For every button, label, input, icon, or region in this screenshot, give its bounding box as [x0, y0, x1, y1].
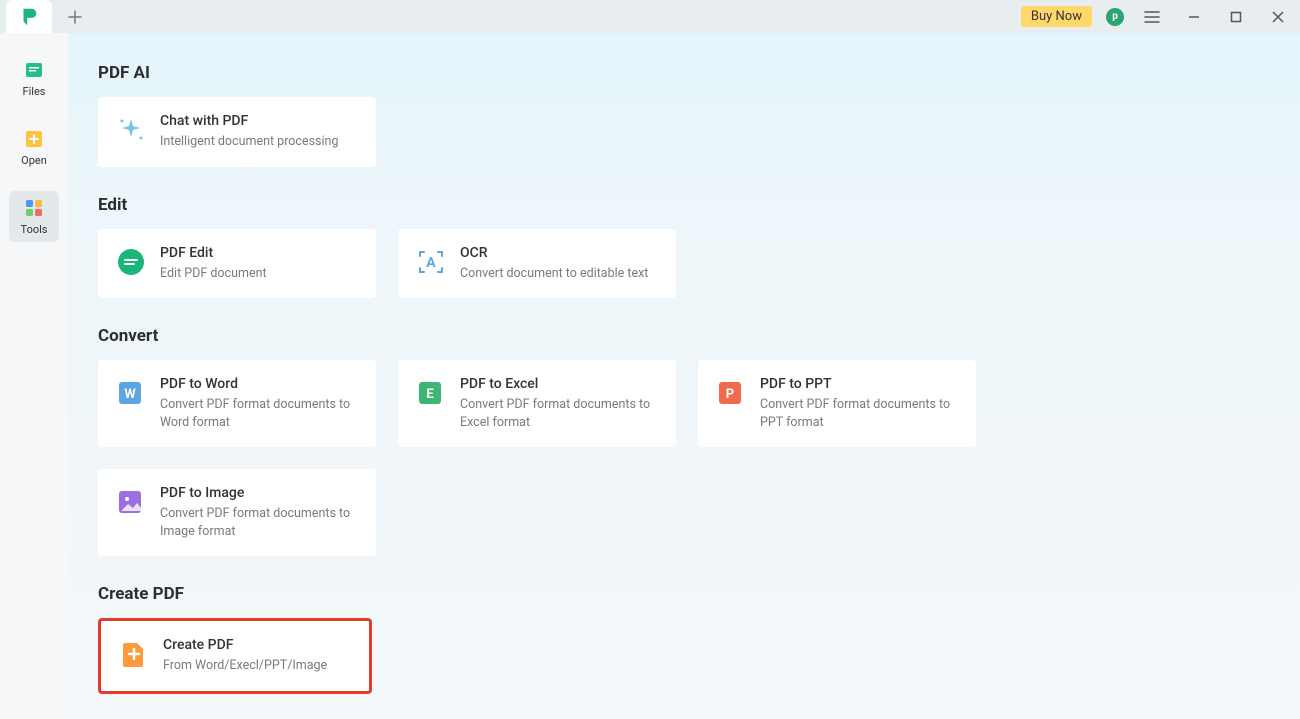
- card-row: Chat with PDF Intelligent document proce…: [98, 97, 1270, 167]
- main-content: PDF AI Chat with PDF Intelligent documen…: [68, 33, 1300, 719]
- open-icon: [23, 128, 45, 150]
- section-title: Edit: [98, 195, 1270, 215]
- pdf-edit-icon: [116, 247, 146, 277]
- section-title: Create PDF: [98, 584, 1270, 604]
- card-desc: Convert PDF format documents to Excel fo…: [460, 396, 658, 431]
- section-title: Convert: [98, 326, 1270, 346]
- card-row: PDF Edit Edit PDF document A OCR Convert…: [98, 229, 1270, 299]
- titlebar: Buy Now p: [0, 0, 1300, 33]
- section-edit: Edit PDF Edit Edit PDF document: [98, 195, 1270, 299]
- word-icon: W: [116, 378, 146, 408]
- svg-text:E: E: [426, 387, 434, 402]
- buy-now-button[interactable]: Buy Now: [1021, 6, 1092, 27]
- section-convert: Convert W PDF to Word Convert PDF format…: [98, 326, 1270, 556]
- card-title: PDF to Excel: [460, 376, 658, 392]
- card-text: Create PDF From Word/Execl/PPT/Image: [163, 637, 351, 675]
- avatar[interactable]: p: [1106, 8, 1124, 26]
- titlebar-right: Buy Now p: [1021, 3, 1292, 31]
- sparkle-icon: [116, 115, 146, 145]
- ppt-icon: P: [716, 378, 746, 408]
- card-title: PDF to PPT: [760, 376, 958, 392]
- card-title: PDF Edit: [160, 245, 358, 261]
- card-text: PDF to Excel Convert PDF format document…: [460, 376, 658, 431]
- card-create-pdf[interactable]: Create PDF From Word/Execl/PPT/Image: [98, 618, 372, 694]
- sidebar: Files Open Tools: [0, 33, 68, 719]
- create-pdf-icon: [119, 639, 149, 669]
- ocr-icon: A: [416, 247, 446, 277]
- card-text: PDF to Word Convert PDF format documents…: [160, 376, 358, 431]
- image-icon: [116, 487, 146, 517]
- card-text: OCR Convert document to editable text: [460, 245, 658, 283]
- card-row: Create PDF From Word/Execl/PPT/Image: [98, 618, 1270, 694]
- card-desc: Convert PDF format documents to Image fo…: [160, 505, 358, 540]
- files-icon: [23, 59, 45, 81]
- titlebar-left: [0, 0, 90, 33]
- svg-text:W: W: [124, 387, 136, 402]
- sidebar-item-tools[interactable]: Tools: [9, 191, 59, 242]
- section-title: PDF AI: [98, 63, 1270, 83]
- card-desc: Intelligent document processing: [160, 133, 358, 151]
- minimize-icon: [1188, 11, 1200, 23]
- card-pdf-to-ppt[interactable]: P PDF to PPT Convert PDF format document…: [698, 360, 976, 447]
- maximize-icon: [1230, 11, 1242, 23]
- close-button[interactable]: [1264, 3, 1292, 31]
- tools-icon: [23, 197, 45, 219]
- card-title: PDF to Word: [160, 376, 358, 392]
- card-ocr[interactable]: A OCR Convert document to editable text: [398, 229, 676, 299]
- add-tab-button[interactable]: [60, 2, 90, 32]
- card-title: OCR: [460, 245, 658, 261]
- card-text: PDF to Image Convert PDF format document…: [160, 485, 358, 540]
- app-tab[interactable]: [6, 0, 52, 33]
- card-chat-with-pdf[interactable]: Chat with PDF Intelligent document proce…: [98, 97, 376, 167]
- card-desc: Convert PDF format documents to PPT form…: [760, 396, 958, 431]
- card-desc: Edit PDF document: [160, 265, 358, 283]
- section-pdf-ai: PDF AI Chat with PDF Intelligent documen…: [98, 63, 1270, 167]
- card-row: W PDF to Word Convert PDF format documen…: [98, 360, 1270, 556]
- menu-icon: [1144, 11, 1160, 23]
- card-pdf-to-image[interactable]: PDF to Image Convert PDF format document…: [98, 469, 376, 556]
- card-title: Create PDF: [163, 637, 351, 653]
- maximize-button[interactable]: [1222, 3, 1250, 31]
- close-icon: [1272, 11, 1284, 23]
- card-pdf-edit[interactable]: PDF Edit Edit PDF document: [98, 229, 376, 299]
- card-pdf-to-word[interactable]: W PDF to Word Convert PDF format documen…: [98, 360, 376, 447]
- menu-button[interactable]: [1138, 3, 1166, 31]
- card-desc: Convert document to editable text: [460, 265, 658, 283]
- minimize-button[interactable]: [1180, 3, 1208, 31]
- svg-text:P: P: [726, 387, 734, 402]
- card-text: Chat with PDF Intelligent document proce…: [160, 113, 358, 151]
- app-logo-icon: [18, 6, 40, 28]
- sidebar-item-open[interactable]: Open: [9, 122, 59, 173]
- card-title: Chat with PDF: [160, 113, 358, 129]
- body: Files Open Tools PDF AI: [0, 33, 1300, 719]
- section-create-pdf: Create PDF Create PDF From Word/Execl/PP…: [98, 584, 1270, 694]
- svg-text:A: A: [426, 255, 436, 271]
- plus-icon: [68, 10, 82, 24]
- card-pdf-to-excel[interactable]: E PDF to Excel Convert PDF format docume…: [398, 360, 676, 447]
- card-desc: From Word/Execl/PPT/Image: [163, 657, 351, 675]
- card-text: PDF to PPT Convert PDF format documents …: [760, 376, 958, 431]
- sidebar-item-files[interactable]: Files: [9, 53, 59, 104]
- sidebar-item-label: Tools: [21, 223, 48, 236]
- card-title: PDF to Image: [160, 485, 358, 501]
- excel-icon: E: [416, 378, 446, 408]
- card-desc: Convert PDF format documents to Word for…: [160, 396, 358, 431]
- sidebar-item-label: Open: [21, 154, 47, 167]
- sidebar-item-label: Files: [23, 85, 46, 98]
- card-text: PDF Edit Edit PDF document: [160, 245, 358, 283]
